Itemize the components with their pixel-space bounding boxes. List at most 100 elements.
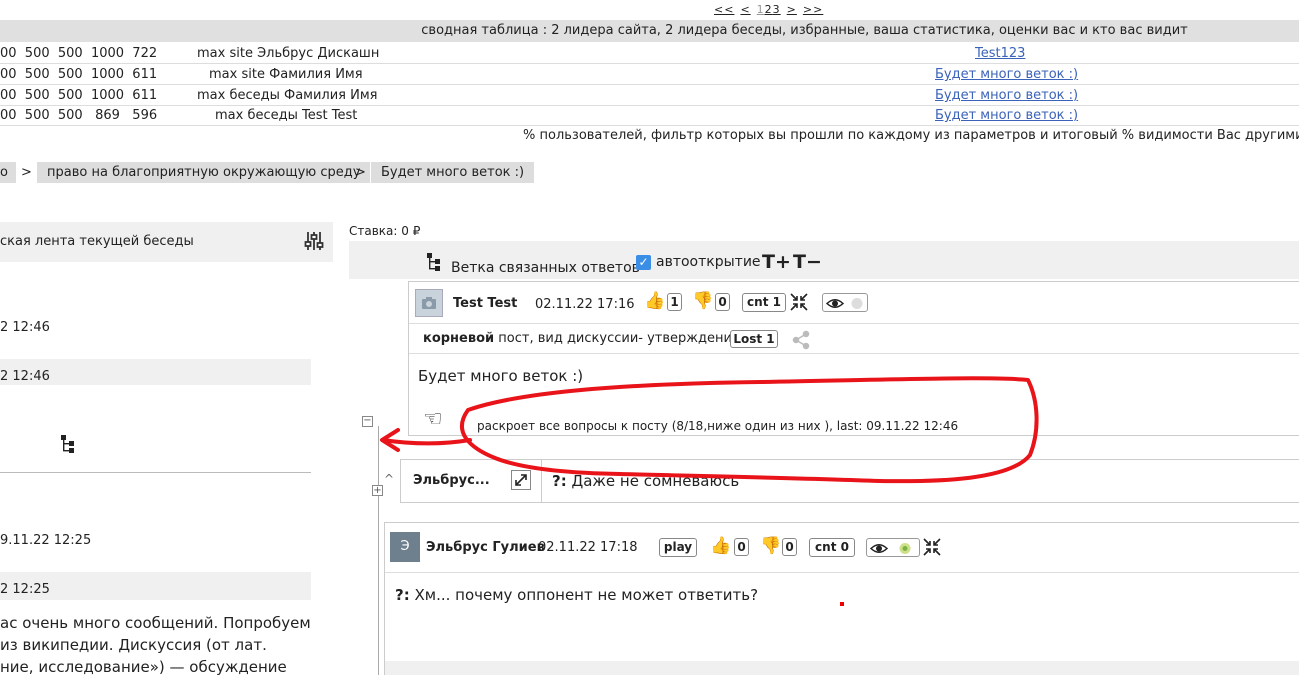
row-stats: 00 500 500 1000 722 [0,46,158,61]
reveal-prefix: : [460,416,465,430]
post-footer [385,661,1299,675]
percent-note: % пользователей, фильтр которых вы прошл… [523,128,1299,143]
reply-prefix: ?: [395,586,410,604]
font-decrease-button[interactable]: T− [793,251,822,273]
post-header: Test Test 02.11.22 17:16 👍 1 👎 0 cnt 1 [409,282,1299,324]
feed-header: ская лента текущей беседы [0,222,333,262]
annotation-arrow [381,438,472,446]
branch-bar: Ветка связанных ответов ✓ автооткрытие T… [349,241,1299,279]
pager-first-link[interactable]: << [714,3,734,16]
reply-text: Хм... почему оппонент не может ответить? [409,586,759,604]
post-body: Будет много веток :) [418,367,584,385]
post-date: 02.11.22 17:18 [538,540,638,555]
collapse-icon[interactable] [790,293,808,311]
post-subheader: корневой пост, вид дискуссии- утверждени… [409,324,1299,354]
expand-branch-button[interactable]: + [372,485,383,496]
row-label: max site Фамилия Имя [209,67,363,82]
reply-post-card: Э Эльбрус Гулиев 02.11.22 17:18 play 👍 0… [384,522,1299,675]
play-button[interactable]: play [659,538,697,557]
annotation-dot [840,602,844,606]
breadcrumb-item[interactable]: о [0,162,16,183]
table-row: 00 500 500 1000 611 max беседы Фамилия И… [0,85,1299,106]
row-link[interactable]: Будет много веток :) [935,105,1078,126]
eye-icon [825,298,863,309]
cnt-badge[interactable]: cnt 1 [742,293,786,312]
autoopen-checkbox[interactable]: ✓ [636,255,651,270]
thumbs-up-icon[interactable]: 👍 [710,536,731,556]
feed-title: ская лента текущей беседы [0,234,194,249]
breadcrumb-item[interactable]: право на благоприятную окружающую среду [37,162,371,183]
share-icon[interactable] [791,330,811,350]
branch-tree-icon[interactable] [61,435,75,453]
likes-count: 1 [667,293,682,311]
avatar[interactable] [415,289,443,317]
caret-up-icon[interactable]: ^ [384,472,394,486]
visibility-toggle[interactable] [822,293,868,312]
font-increase-button[interactable]: T+ [762,251,791,273]
feed-paragraph-line: ас очень много сообщений. Попробуем [0,614,311,632]
camera-icon [422,297,436,309]
pager-last-link[interactable]: >> [803,3,823,16]
thumbs-down-icon[interactable]: 👎 [760,536,781,556]
row-stats: 00 500 500 1000 611 [0,67,158,82]
pager-page-1[interactable]: 1 [757,3,765,16]
feed-paragraph: ас очень много сообщений. Попробуем из в… [0,612,320,675]
dislikes-count: 0 [782,538,797,556]
breadcrumb-separator: > [355,165,366,180]
filter-settings-icon[interactable] [303,230,325,252]
table-row: 00 500 500 1000 611 max site Фамилия Имя… [0,64,1299,85]
summary-header: сводная таблица : 2 лидера сайта, 2 лиде… [0,20,1299,42]
lost-badge[interactable]: Lost 1 [730,330,778,348]
avatar[interactable]: Э [390,532,420,562]
post-kind-root: корневой [423,331,495,346]
post-author[interactable]: Test Test [453,296,517,311]
table-row: 00 500 500 1000 722 max site Эльбрус Дис… [0,43,1299,64]
annotation-arrowhead [380,428,400,452]
divider [0,472,311,473]
eye-icon [869,543,911,554]
reveal-questions-link[interactable]: раскроет все вопросы к посту (8/18,ниже … [477,419,958,433]
pointing-hand-icon[interactable]: ☜ [423,407,443,432]
pager-prev-link[interactable]: < [740,3,750,16]
question-prefix: ?: [552,472,567,490]
row-label: max беседы Test Test [215,108,358,123]
row-label: max site Эльбрус Дискашн [197,46,380,61]
pager: << <123 > >> [714,3,829,16]
branch-title: Ветка связанных ответов [451,260,640,276]
post-body: ?: Хм... почему оппонент не может ответи… [395,586,758,604]
cnt-badge[interactable]: cnt 0 [809,538,855,557]
likes-count: 0 [734,538,749,556]
feed-time: 9.11.22 12:25 [0,533,92,548]
breadcrumb-item-current[interactable]: Будет много веток :) [371,162,535,183]
feed-time: 2 12:25 [0,582,50,597]
feed-time: 2 12:46 [0,320,50,335]
row-stats: 00 500 500 1000 611 [0,88,158,103]
post-date: 02.11.22 17:16 [535,297,635,312]
post-header: Э Эльбрус Гулиев 02.11.22 17:18 play 👍 0… [385,523,1299,573]
question-author[interactable]: Эльбрус... [413,473,490,488]
row-link[interactable]: Test123 [975,43,1025,64]
stake-label: Ставка: 0 ₽ [349,224,421,238]
question-card: Эльбрус... ?: Даже не сомневаюсь [400,459,1299,503]
branch-line [378,426,379,675]
post-kind: корневой пост, вид дискуссии- утверждени… [423,331,740,346]
row-link[interactable]: Будет много веток :) [935,64,1078,85]
row-stats: 00 500 500 869 596 [0,108,158,123]
pager-next-link[interactable]: > [787,3,797,16]
visibility-toggle[interactable] [866,538,920,557]
expand-icon[interactable] [511,470,531,490]
pager-page-2[interactable]: 2 [765,3,773,16]
thumbs-down-icon[interactable]: 👎 [692,291,713,311]
row-link[interactable]: Будет много веток :) [935,85,1078,106]
divider [541,460,542,502]
collapse-branch-button[interactable]: − [362,416,373,427]
autoopen-label: автооткрытие [656,254,761,270]
collapse-icon[interactable] [923,538,941,556]
post-author[interactable]: Эльбрус Гулиев [426,540,545,555]
root-post-card: Test Test 02.11.22 17:16 👍 1 👎 0 cnt 1 к… [408,281,1299,436]
thumbs-up-icon[interactable]: 👍 [644,291,665,311]
question-body: Даже не сомневаюсь [566,472,740,490]
row-label: max беседы Фамилия Имя [197,88,378,103]
pager-page-3[interactable]: 3 [773,3,781,16]
feed-time: 2 12:46 [0,369,50,384]
